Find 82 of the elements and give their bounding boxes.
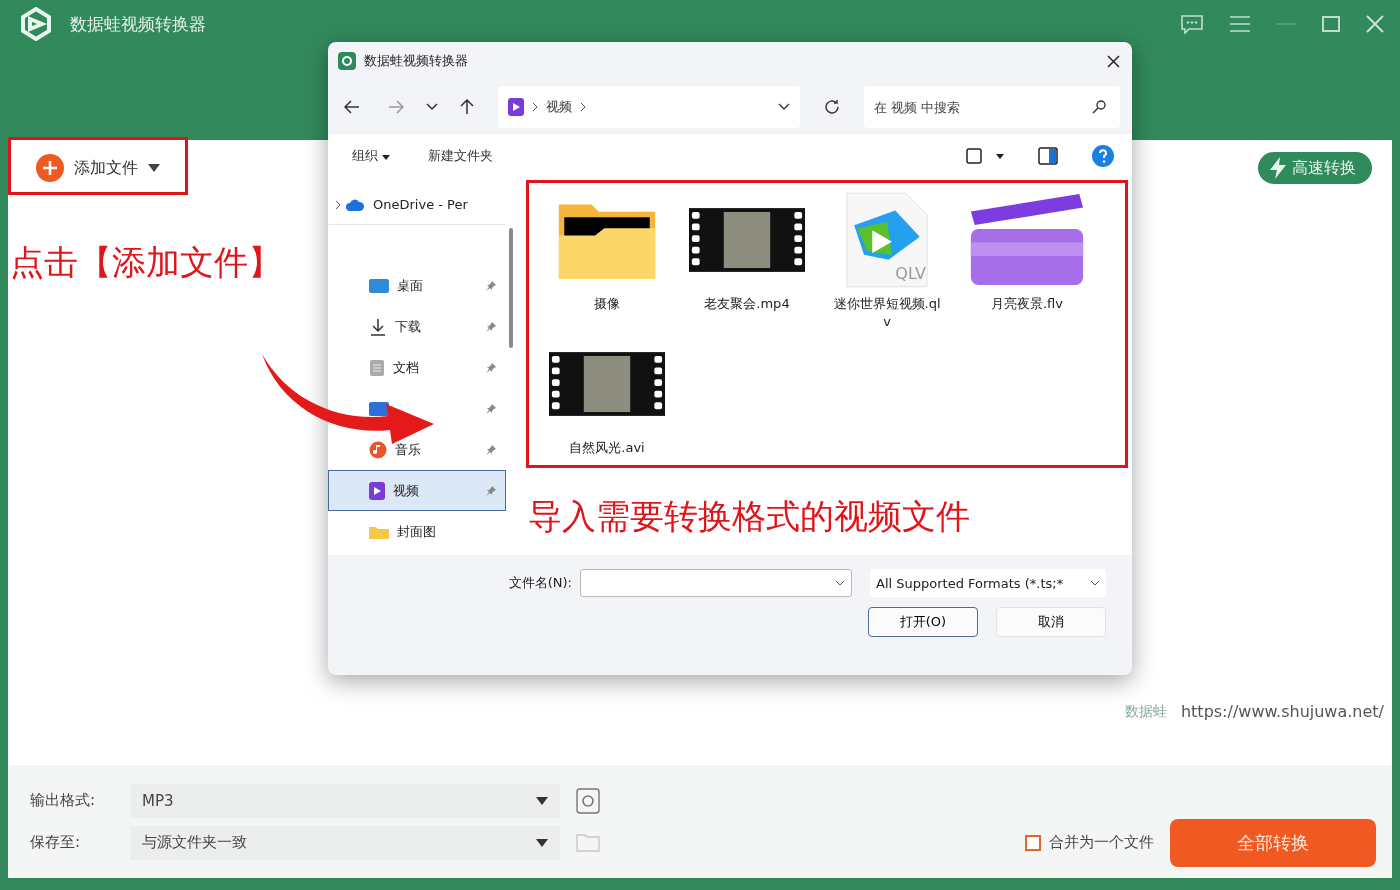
chevron-down-icon[interactable]: [426, 103, 438, 111]
pin-icon[interactable]: [485, 361, 497, 374]
nav-item[interactable]: 下载: [328, 306, 506, 347]
brand-mark: 数据蛙: [1124, 703, 1167, 721]
film-strip-icon: [689, 208, 805, 272]
nav-item[interactable]: OneDrive - Per: [328, 184, 506, 225]
forward-arrow-icon[interactable]: [388, 100, 404, 114]
app-logo-icon: [338, 52, 356, 70]
cloud-icon: [345, 197, 365, 212]
app-title: 数据蛙视频转换器: [70, 12, 206, 36]
chevron-down-icon: [778, 103, 790, 111]
plus-icon: [36, 154, 64, 182]
add-file-button[interactable]: 添加文件: [32, 150, 164, 186]
caret-icon[interactable]: [996, 153, 1004, 159]
nav-item[interactable]: 音乐: [328, 429, 506, 470]
help-icon[interactable]: [1092, 145, 1114, 167]
output-format-dropdown[interactable]: MP3: [130, 783, 560, 818]
caret-icon: [382, 155, 391, 160]
pin-icon[interactable]: [485, 484, 497, 497]
up-arrow-icon[interactable]: [460, 99, 474, 115]
close-icon[interactable]: [1107, 54, 1120, 68]
maximize-icon[interactable]: [1322, 16, 1340, 32]
nav-item[interactable]: 视频: [328, 470, 506, 511]
website-url: https://www.shujuwa.net/: [1180, 702, 1384, 721]
back-arrow-icon[interactable]: [344, 100, 360, 114]
chat-icon[interactable]: [1180, 14, 1204, 34]
scrollbar-thumb[interactable]: [509, 228, 513, 348]
picture-icon: [369, 400, 389, 417]
pin-icon[interactable]: [485, 402, 497, 415]
document-icon: [369, 358, 385, 377]
nav-item[interactable]: 桌面: [328, 265, 506, 306]
caret-icon: [536, 838, 548, 847]
film-strip-icon: [549, 352, 665, 417]
settings-icon[interactable]: [576, 787, 600, 814]
organize-menu[interactable]: 组织: [350, 145, 393, 167]
caret-icon: [536, 796, 548, 805]
address-bar[interactable]: 视频: [498, 86, 800, 128]
file-item[interactable]: 老友聚会.mp4: [685, 191, 809, 332]
view-icon[interactable]: [966, 148, 982, 164]
music-icon: [369, 440, 387, 459]
annotation-text: 导入需要转换格式的视频文件: [528, 495, 970, 538]
cancel-button[interactable]: 取消: [996, 607, 1106, 637]
file-item[interactable]: 自然风光.avi: [545, 335, 669, 458]
pin-icon[interactable]: [485, 443, 497, 456]
chevron-down-icon: [835, 580, 845, 586]
caret-icon: [148, 164, 160, 172]
output-format-label: 输出格式:: [30, 791, 97, 810]
refresh-icon[interactable]: [824, 99, 840, 115]
dialog-title: 数据蛙视频转换器: [364, 52, 468, 70]
file-name-field[interactable]: [580, 569, 852, 597]
file-item[interactable]: QLV 迷你世界短视频.qlv: [825, 191, 949, 332]
chevron-right-icon: [532, 102, 538, 112]
menu-icon[interactable]: [1230, 16, 1250, 32]
merge-checkbox[interactable]: [1025, 834, 1041, 851]
pin-icon[interactable]: [485, 279, 497, 292]
file-item[interactable]: 月亮夜景.flv: [965, 191, 1089, 332]
merge-label: 合并为一个文件: [1049, 833, 1154, 852]
file-name-label: 文件名(N):: [508, 574, 572, 592]
file-type-dropdown[interactable]: All Supported Formats (*.ts;*: [870, 569, 1106, 597]
pin-icon[interactable]: [485, 320, 497, 333]
chevron-right-icon: [335, 199, 341, 210]
chevron-down-icon: [1090, 580, 1100, 586]
video-icon: [369, 481, 385, 500]
app-logo-icon: [20, 7, 52, 41]
document-icon: [846, 192, 928, 288]
save-to-dropdown[interactable]: 与源文件夹一致: [130, 825, 560, 860]
file-item[interactable]: 摄像: [545, 191, 669, 332]
save-to-label: 保存至:: [30, 833, 82, 852]
search-field[interactable]: 在 视频 中搜索: [864, 86, 1120, 128]
lightning-icon: [1270, 157, 1286, 179]
video-icon: [508, 98, 524, 116]
nav-item[interactable]: 封面图: [328, 511, 506, 552]
download-icon: [369, 317, 387, 336]
open-button[interactable]: 打开(O): [868, 607, 978, 637]
nav-item[interactable]: 文档: [328, 347, 506, 388]
chevron-right-icon: [580, 102, 586, 112]
search-icon: [1092, 100, 1106, 114]
desktop-icon: [369, 277, 389, 294]
file-type-label: QLV: [895, 266, 926, 282]
new-folder-button[interactable]: 新建文件夹: [426, 145, 496, 167]
preview-pane-icon[interactable]: [1038, 147, 1058, 165]
fast-convert-button[interactable]: 高速转换: [1258, 152, 1372, 184]
